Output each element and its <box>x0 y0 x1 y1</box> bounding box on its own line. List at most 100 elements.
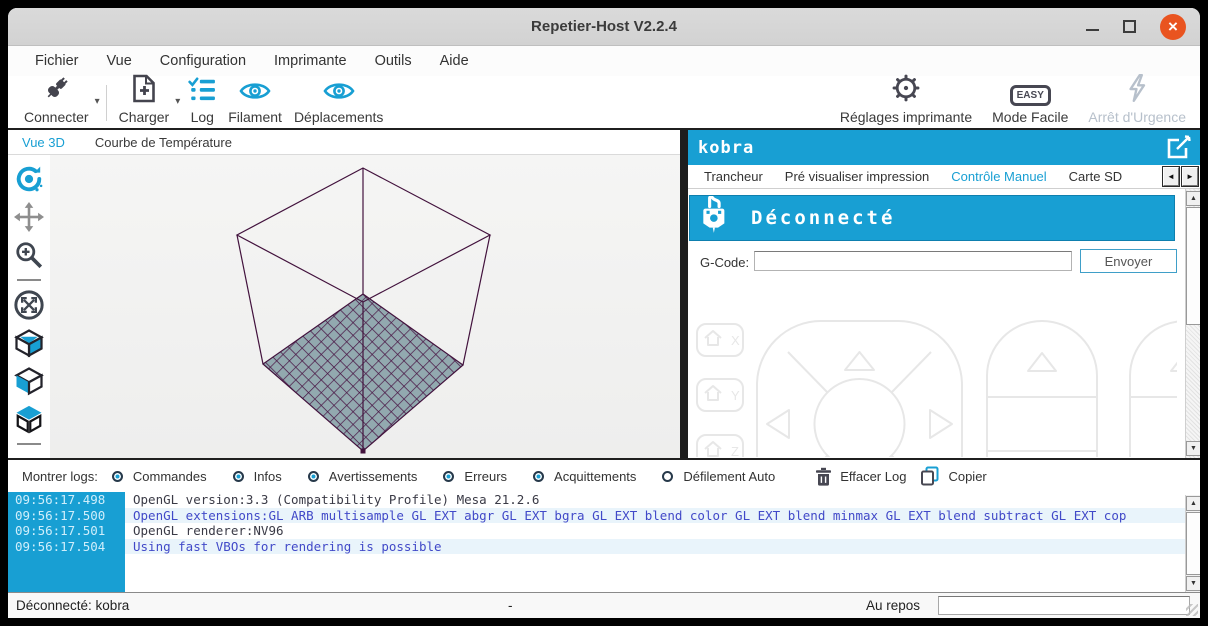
svg-text:Z: Z <box>731 444 739 457</box>
send-button[interactable]: Envoyer <box>1080 249 1177 273</box>
tab-scroll-nav: ◄ ► <box>1160 167 1198 186</box>
filter-radio-icon[interactable] <box>662 470 674 482</box>
menu-item[interactable]: Aide <box>426 53 483 69</box>
home-z-button[interactable]: Z <box>696 434 744 457</box>
log-message: Using fast VBOs for rendering is possibl… <box>125 538 1200 554</box>
log-scroll-thumb[interactable] <box>1186 512 1200 575</box>
clear-log-button[interactable]: Effacer Log <box>840 469 906 484</box>
app-window: Repetier-Host V2.2.4 × Fichier Vue Configu… <box>8 8 1200 618</box>
menu-item[interactable]: Outils <box>361 53 426 69</box>
connection-status: Déconnecté: kobra <box>16 598 130 613</box>
scroll-thumb[interactable] <box>1186 207 1200 325</box>
menu-item[interactable]: Vue <box>93 53 146 69</box>
main-area: Vue 3D Courbe de Température kobra Tranc… <box>8 128 1200 458</box>
copy-icon[interactable] <box>920 466 940 486</box>
log-message: OpenGL renderer:NV96 <box>125 523 1200 539</box>
view-tab[interactable]: Vue 3D <box>22 135 65 150</box>
home-x-button[interactable]: X <box>696 323 744 357</box>
log-timestamp: 09:56:17.501 <box>15 523 106 538</box>
menu-item[interactable]: Imprimante <box>260 53 361 69</box>
status-bar: Déconnecté: kobra - Au repos <box>8 592 1200 618</box>
rotate-view-icon[interactable] <box>13 163 45 195</box>
control-tab[interactable]: Carte SD <box>1069 169 1122 184</box>
trash-icon[interactable] <box>815 467 832 486</box>
scroll-down-icon[interactable]: ▼ <box>1186 441 1200 456</box>
tab-scroll-left-icon[interactable]: ◄ <box>1163 167 1179 186</box>
tab-scroll-right-icon[interactable]: ► <box>1182 167 1198 186</box>
scroll-up-icon[interactable]: ▲ <box>1186 191 1200 206</box>
edit-printer-icon[interactable] <box>1165 134 1192 166</box>
extruder-up-icon[interactable] <box>1170 353 1177 372</box>
extruder-jog-column[interactable] <box>1129 320 1177 457</box>
filament-toggle-button[interactable]: Filament <box>228 79 282 125</box>
log-filter-toggle[interactable]: Commandes <box>111 469 219 484</box>
fit-view-icon[interactable] <box>13 289 45 321</box>
connect-dropdown-icon[interactable]: ▾ <box>95 96 100 107</box>
control-tab[interactable]: Pré visualiser impression <box>785 169 930 184</box>
filter-radio-icon[interactable] <box>232 470 244 482</box>
filament-eye-icon <box>238 79 272 108</box>
home-y-button[interactable]: Y <box>696 378 744 412</box>
extruder-icon <box>699 194 735 241</box>
log-scrollbar[interactable]: ▲ ▼ <box>1185 495 1200 592</box>
control-tab[interactable]: Contrôle Manuel <box>951 169 1046 184</box>
xy-jog-pad[interactable] <box>756 320 963 457</box>
log-filter-toggle[interactable]: Acquittements <box>533 469 648 484</box>
load-dropdown-icon[interactable]: ▾ <box>175 96 180 107</box>
copy-log-button[interactable]: Copier <box>948 469 986 484</box>
iso-view-cube-icon[interactable] <box>13 327 45 359</box>
title-bar[interactable]: Repetier-Host V2.2.4 × <box>8 8 1200 46</box>
log-toggle-button[interactable]: Log <box>188 77 216 125</box>
close-icon[interactable]: × <box>1160 13 1186 40</box>
jog-controls[interactable]: X Y Z <box>688 309 1177 457</box>
print-volume-wireframe <box>235 167 492 454</box>
maximize-icon[interactable] <box>1123 20 1136 33</box>
log-timestamp: 09:56:17.504 <box>15 538 106 554</box>
z-jog-column[interactable] <box>986 320 1098 457</box>
connect-button[interactable]: Connecter <box>24 75 89 125</box>
minimize-icon[interactable] <box>1086 23 1099 31</box>
zoom-view-icon[interactable] <box>13 239 45 271</box>
status-field <box>938 596 1190 615</box>
log-filter-toggle[interactable]: Avertissements <box>307 469 430 484</box>
view-toolbar <box>8 155 50 458</box>
vertical-splitter[interactable] <box>680 130 688 458</box>
printer-settings-button[interactable]: Réglages imprimante <box>840 73 972 125</box>
panel-scrollbar[interactable]: ▲ ▼ <box>1185 189 1200 458</box>
travel-toggle-button[interactable]: Déplacements <box>294 79 383 125</box>
window-frame: Repetier-Host V2.2.4 × Fichier Vue Configu… <box>0 0 1208 626</box>
log-filter-toggle[interactable]: Défilement Auto <box>662 469 787 484</box>
view-tab[interactable]: Courbe de Température <box>95 135 232 150</box>
menu-item[interactable]: Fichier <box>21 53 93 69</box>
svg-text:Y: Y <box>731 388 740 403</box>
jog-up-icon[interactable] <box>844 351 875 371</box>
filter-radio-icon[interactable] <box>443 470 455 482</box>
jog-right-icon[interactable] <box>929 409 953 439</box>
z-up-icon[interactable] <box>1027 352 1057 372</box>
log-filter-toggle[interactable]: Infos <box>232 469 294 484</box>
load-button[interactable]: Charger <box>119 74 169 125</box>
filter-radio-icon[interactable] <box>111 470 123 482</box>
front-view-cube-icon[interactable] <box>13 365 45 397</box>
view-tabs: Vue 3D Courbe de Température <box>8 130 680 155</box>
window-controls: × <box>1086 8 1186 45</box>
filter-radio-icon[interactable] <box>307 470 319 482</box>
gcode-input[interactable] <box>754 251 1072 271</box>
view-panel: Vue 3D Courbe de Température <box>8 130 680 458</box>
log-timestamp-gutter: 09:56:17.498 09:56:17.500 09:56:17.501 09:5… <box>8 492 125 592</box>
filter-radio-icon[interactable] <box>533 470 545 482</box>
control-tab[interactable]: Trancheur <box>704 169 763 184</box>
pan-view-icon[interactable] <box>13 201 45 233</box>
log-scroll-down-icon[interactable]: ▼ <box>1186 576 1200 591</box>
jog-left-icon[interactable] <box>766 409 790 439</box>
log-scroll-up-icon[interactable]: ▲ <box>1186 496 1200 511</box>
easy-mode-button[interactable]: EASY Mode Facile <box>992 85 1068 125</box>
log-message: OpenGL extensions:GL ARB multisample GL … <box>125 507 1200 523</box>
top-view-cube-icon[interactable] <box>13 403 45 435</box>
main-toolbar: Connecter ▾ Charger ▾ Log Filament Dépla… <box>8 73 1200 128</box>
log-filter-toggle[interactable]: Erreurs <box>443 469 519 484</box>
resize-grip-icon[interactable] <box>1186 604 1198 616</box>
print-bed-3d-view[interactable] <box>50 155 680 458</box>
status-center: - <box>508 598 513 613</box>
menu-item[interactable]: Configuration <box>146 53 260 69</box>
